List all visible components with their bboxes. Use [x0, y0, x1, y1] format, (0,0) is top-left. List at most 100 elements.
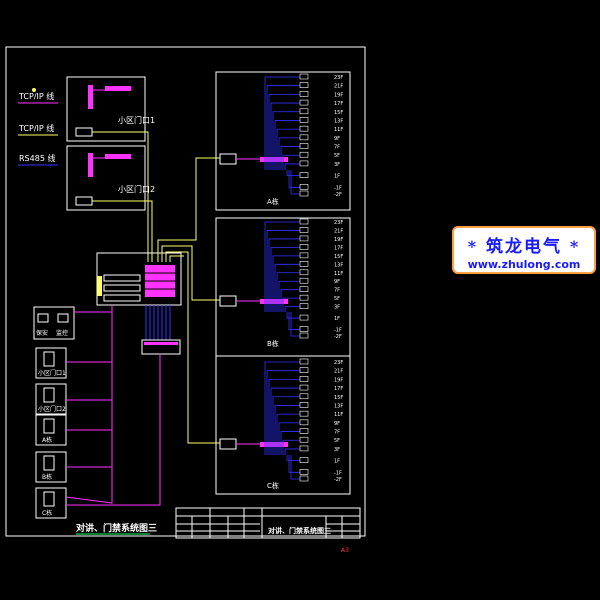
- floor-label: 9F: [334, 421, 340, 427]
- device-gate-2-icon: [43, 387, 55, 403]
- floor-label: 13F: [334, 118, 343, 124]
- floor-label: -1F: [334, 328, 342, 334]
- riser-line: [284, 306, 300, 312]
- floor-device: [299, 326, 309, 332]
- floor-label: 21F: [334, 369, 343, 375]
- floor-device: [299, 117, 309, 123]
- floor-device: [299, 218, 309, 225]
- floor-label: 23F: [334, 220, 343, 226]
- floor-label: 7F: [334, 288, 340, 294]
- building-b: B栋 23F 21F 19F 17F 15F 13F 11F 9F 7F 5F 3F 1F -1F-2F: [215, 217, 351, 357]
- riser-line: [264, 76, 300, 170]
- floor-device: [299, 160, 309, 167]
- gate-links: [92, 131, 153, 262]
- building-a-controller: [260, 157, 288, 162]
- riser-line: [278, 137, 300, 170]
- floor-device: [299, 134, 309, 141]
- title-block-title: 对讲、门禁系统图三: [268, 526, 331, 535]
- floor-label: -2F: [334, 334, 342, 340]
- central-panel-slot-3: [103, 294, 141, 302]
- building-a-label: A栋: [267, 197, 279, 206]
- star-icon: *: [467, 237, 479, 256]
- floor-device: [299, 475, 309, 482]
- building-c-box: [215, 355, 351, 495]
- device-gate-2-label: 小区门口2: [38, 405, 66, 413]
- central-panel-slot-2: [103, 284, 141, 292]
- floor-device: [299, 367, 309, 373]
- floor-label: 19F: [334, 92, 343, 98]
- riser-line: [276, 272, 300, 312]
- floor-label: 23F: [334, 75, 343, 81]
- building-c-risers: 23F 21F 19F 17F 15F 13F 11F 9F 7F 5F 3F 1F -1F-2F: [264, 358, 343, 483]
- star-icon: *: [569, 237, 581, 256]
- device-gate-1-icon: [43, 351, 55, 367]
- building-trunks: [157, 157, 220, 444]
- riser-line: [290, 170, 300, 195]
- riser-line: [264, 361, 300, 455]
- gate-unit-1-port: [75, 127, 93, 137]
- gate-unit-1-label: 小区门口1: [118, 115, 155, 125]
- floor-device: [299, 269, 309, 276]
- system-diagram: TCP/IP 线 TCP/IP 线 RS485 线 小区门口1 小区门口2 保安…: [5, 46, 366, 554]
- floor-device: [299, 108, 309, 115]
- floor-label: -1F: [334, 185, 342, 191]
- floor-device: [299, 419, 309, 426]
- device-b-label: B栋: [42, 473, 52, 481]
- floor-device: [299, 184, 309, 190]
- floor-device: [299, 244, 309, 250]
- floor-label: 11F: [334, 412, 343, 418]
- floor-device: [299, 82, 309, 88]
- device-a-label: A栋: [42, 436, 52, 444]
- floor-label: 17F: [334, 101, 343, 107]
- title-block: 对讲、门禁系统图三: [175, 507, 361, 539]
- floor-device: [299, 410, 309, 417]
- floor-device: [299, 91, 309, 97]
- floor-device: [299, 376, 309, 382]
- floor-device: [299, 436, 309, 443]
- floor-label: 19F: [334, 377, 343, 383]
- floor-label: 11F: [334, 127, 343, 133]
- floor-device: [299, 303, 309, 309]
- guard-label: 保安: [36, 329, 48, 337]
- floor-device: [299, 252, 309, 259]
- floor-device: [299, 428, 309, 434]
- network-labels: TCP/IP 线 TCP/IP 线 RS485 线: [18, 88, 58, 166]
- riser-line: [278, 422, 300, 455]
- riser-line: [290, 455, 300, 480]
- floor-label: 1F: [334, 174, 340, 180]
- floor-label: 17F: [334, 245, 343, 251]
- trunk-stub: [169, 255, 184, 262]
- floor-device: [299, 358, 309, 365]
- floor-label: 5F: [334, 153, 340, 159]
- c-wire: [65, 467, 113, 504]
- device-c-label: C栋: [42, 509, 52, 517]
- watermark-brand-line: * 筑龙电气 *: [454, 232, 594, 257]
- device-gate-1-label: 小区门口1: [38, 369, 66, 377]
- floor-device: [299, 151, 309, 158]
- building-a-entry: [219, 153, 237, 165]
- floor-device: [299, 261, 309, 267]
- floor-device: [299, 190, 309, 197]
- building-c-controller: [260, 442, 288, 447]
- floor-device: [299, 286, 309, 292]
- gate-unit-1-strip: [88, 85, 93, 109]
- building-a-box: [215, 71, 351, 211]
- floor-device: [299, 469, 309, 475]
- floor-device: [299, 402, 309, 408]
- network-label-rs485: RS485 线: [19, 153, 55, 163]
- floor-label: 13F: [334, 403, 343, 409]
- floor-label: 5F: [334, 296, 340, 302]
- watermark-url: www.zhulong.com: [467, 258, 581, 271]
- building-a-risers: 23F 21F 19F 17F 15F 13F 11F 9F 7F 5F 3F 1F -1F-2F: [264, 73, 343, 198]
- floor-label: -2F: [334, 192, 342, 198]
- b-wire: [66, 430, 113, 468]
- gate-1-link: [92, 131, 149, 262]
- diagram-caption: 对讲、门禁系统图三: [76, 522, 157, 534]
- riser-line: [284, 448, 300, 455]
- floor-label: 3F: [334, 305, 340, 311]
- floor-label: 21F: [334, 84, 343, 90]
- floor-label: 1F: [334, 316, 340, 322]
- gate-1-wire: [66, 312, 113, 363]
- building-c-entry: [219, 438, 237, 450]
- left-device-stack: 保安 监控 小区门口1 小区门口2 A栋 B栋 C栋: [33, 306, 75, 519]
